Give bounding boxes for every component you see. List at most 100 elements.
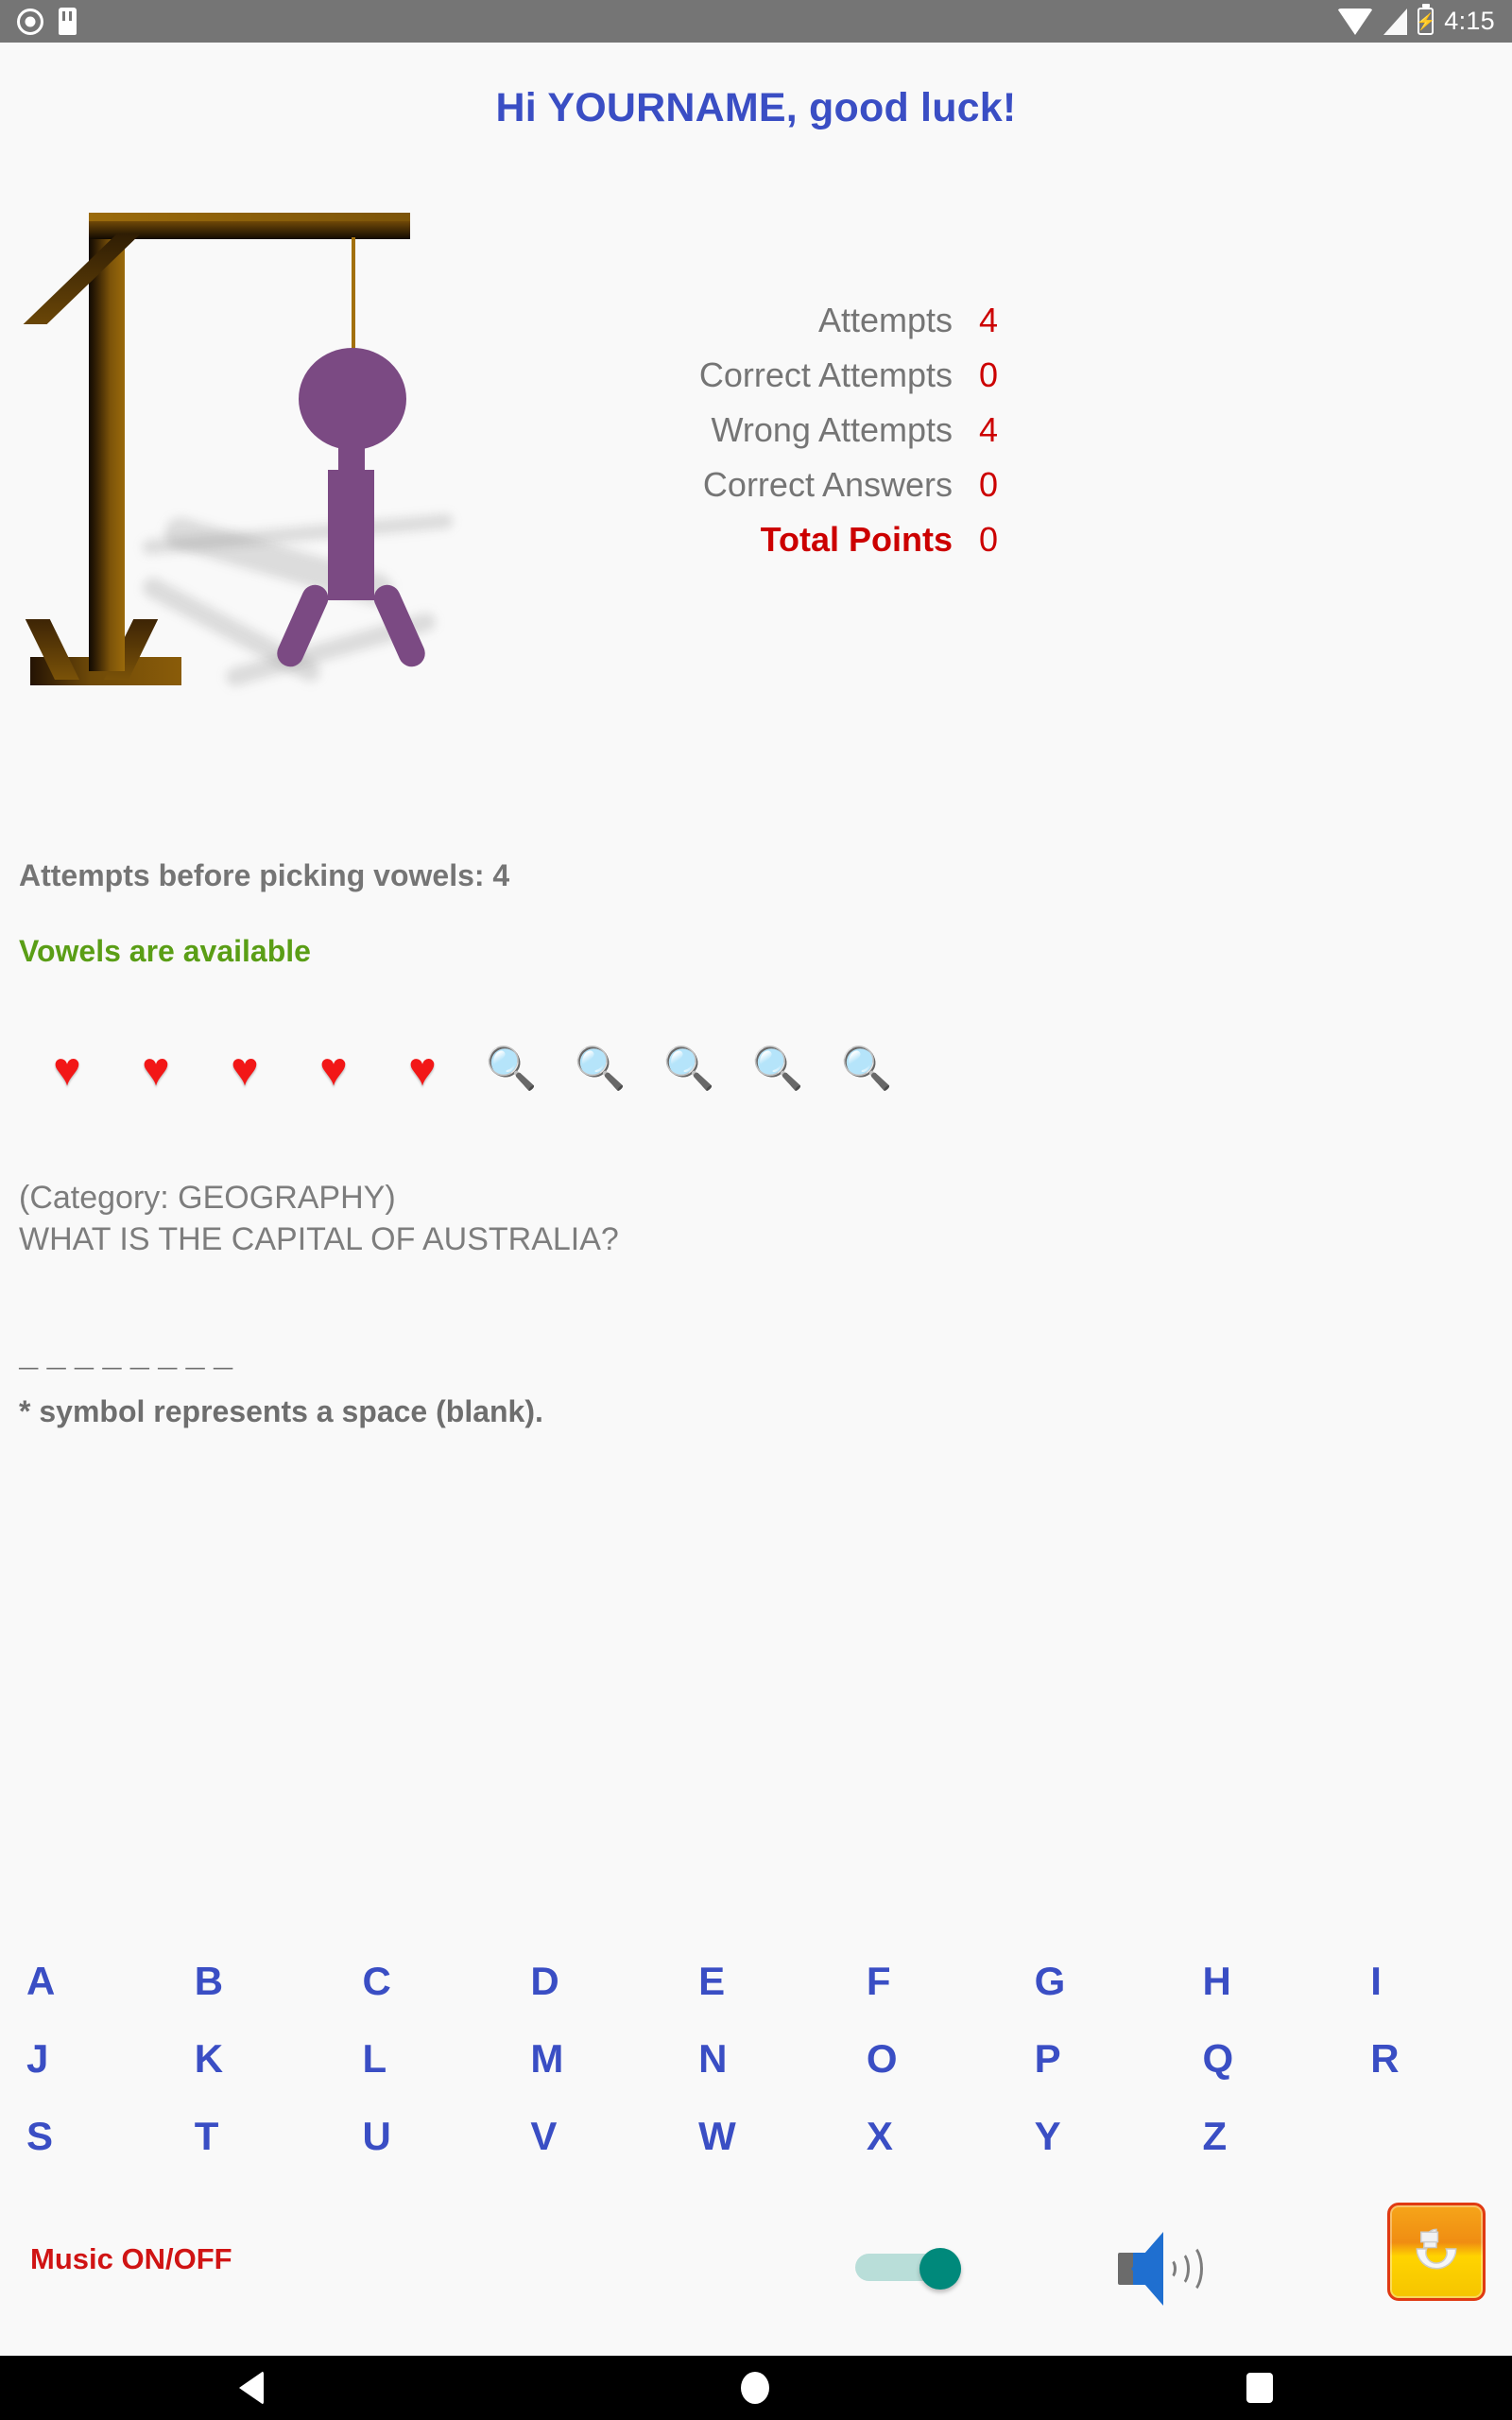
magnifier-icon: 🔍 — [662, 1046, 715, 1092]
letter-button-m[interactable]: M — [504, 2020, 672, 2098]
speaker-wave-3 — [1175, 2243, 1203, 2294]
speaker-volume-icon[interactable] — [1110, 2226, 1203, 2317]
refresh-arrow-glyph — [1416, 2228, 1457, 2270]
letter-button-n[interactable]: N — [672, 2020, 840, 2098]
letter-button-t[interactable]: T — [168, 2098, 336, 2175]
stat-label-attempts: Attempts — [817, 301, 953, 339]
letter-button-u[interactable]: U — [336, 2098, 505, 2175]
status-bar-left-icons — [17, 8, 77, 35]
wifi-icon — [1337, 8, 1374, 35]
android-navigation-bar — [0, 2356, 1512, 2420]
stat-row-wrong-attempts: Wrong Attempts 4 — [567, 410, 1011, 465]
magnifier-icon: 🔍 — [840, 1046, 893, 1092]
answer-blanks: ________ — [19, 1340, 242, 1376]
life-heart-5: ♥ — [378, 1035, 467, 1103]
letter-button-a[interactable]: A — [0, 1943, 168, 2020]
status-bar-right-icons: ⚡ 4:15 — [1337, 8, 1495, 35]
battery-bolt-glyph: ⚡ — [1416, 12, 1436, 30]
stat-value-attempts: 4 — [979, 301, 999, 339]
letter-button-k[interactable]: K — [168, 2020, 336, 2098]
hangman-body — [328, 470, 374, 600]
recent-apps-icon[interactable] — [1246, 2373, 1274, 2403]
magnifier-icon: 🔍 — [751, 1046, 804, 1092]
letter-button-x[interactable]: X — [840, 2098, 1008, 2175]
letter-button-r[interactable]: R — [1344, 2020, 1512, 2098]
toggle-thumb[interactable] — [919, 2248, 961, 2290]
page-title: Hi YOURNAME, good luck! — [495, 85, 1017, 130]
heart-icon: ♥ — [142, 1043, 170, 1096]
life-magnifier-3: 🔍 — [644, 1035, 733, 1103]
stat-label-correct-attempts: Correct Attempts — [698, 355, 953, 394]
sd-card-icon — [59, 8, 77, 35]
stat-value-total-points: 0 — [979, 520, 999, 559]
bottom-controls-bar: Music ON/OFF — [0, 2203, 1512, 2363]
android-status-bar: ⚡ 4:15 — [0, 0, 1512, 43]
letter-button-s[interactable]: S — [0, 2098, 168, 2175]
life-heart-4: ♥ — [289, 1035, 378, 1103]
letter-button-l[interactable]: L — [336, 2020, 505, 2098]
hangman-illustration — [19, 213, 548, 704]
letter-button-c[interactable]: C — [336, 1943, 505, 2020]
letter-button-f[interactable]: F — [840, 1943, 1008, 2020]
life-magnifier-4: 🔍 — [733, 1035, 822, 1103]
life-magnifier-5: 🔍 — [822, 1035, 911, 1103]
heart-icon: ♥ — [231, 1043, 259, 1096]
letter-button-i[interactable]: I — [1344, 1943, 1512, 2020]
music-toggle-switch[interactable] — [855, 2248, 967, 2290]
letter-button-h[interactable]: H — [1176, 1943, 1344, 2020]
app-screen: ⚡ 4:15 Hi YOURNAME, good luck! Attempts … — [0, 0, 1512, 2420]
speaker-fill — [1133, 2253, 1148, 2285]
stat-row-correct-answers: Correct Answers 0 — [567, 465, 1011, 520]
stat-row-correct-attempts: Correct Attempts 0 — [567, 355, 1011, 410]
record-icon — [17, 8, 43, 35]
home-icon[interactable] — [740, 2372, 769, 2404]
stat-label-total-points: Total Points — [760, 520, 953, 559]
letter-button-v[interactable]: V — [504, 2098, 672, 2175]
blank-symbol-note: * symbol represents a space (blank). — [19, 1394, 543, 1428]
lives-row: ♥ ♥ ♥ ♥ ♥ 🔍 🔍 🔍 🔍 🔍 — [23, 1035, 1478, 1103]
stats-panel: Attempts 4 Correct Attempts 0 Wrong Atte… — [567, 301, 1011, 575]
hangman-head — [299, 348, 406, 450]
stat-value-correct-answers: 0 — [979, 465, 999, 504]
letter-button-d[interactable]: D — [504, 1943, 672, 2020]
restart-refresh-icon[interactable] — [1387, 2203, 1486, 2301]
stat-value-wrong-attempts: 4 — [979, 410, 999, 449]
heart-icon: ♥ — [319, 1043, 348, 1096]
letter-button-e[interactable]: E — [672, 1943, 840, 2020]
letter-button-p[interactable]: P — [1008, 2020, 1177, 2098]
battery-charging-icon: ⚡ — [1416, 8, 1436, 35]
question-category: (Category: GEOGRAPHY) — [19, 1180, 396, 1216]
letter-button-o[interactable]: O — [840, 2020, 1008, 2098]
cell-signal-icon — [1383, 8, 1408, 35]
letter-button-w[interactable]: W — [672, 2098, 840, 2175]
heart-icon: ♥ — [408, 1043, 437, 1096]
magnifier-icon: 🔍 — [574, 1046, 627, 1092]
gallows-beam-highlight — [89, 213, 410, 221]
vowels-status-label: Vowels are available — [19, 934, 311, 968]
letter-button-j[interactable]: J — [0, 2020, 168, 2098]
letter-button-z[interactable]: Z — [1176, 2098, 1344, 2175]
question-text: WHAT IS THE CAPITAL OF AUSTRALIA? — [19, 1221, 619, 1257]
life-magnifier-1: 🔍 — [467, 1035, 556, 1103]
gallows-post — [89, 229, 125, 671]
stat-row-attempts: Attempts 4 — [567, 301, 1011, 355]
stat-value-correct-attempts: 0 — [979, 355, 999, 394]
back-icon[interactable] — [238, 2371, 264, 2405]
status-bar-clock: 4:15 — [1444, 7, 1495, 35]
letter-button-g[interactable]: G — [1008, 1943, 1177, 2020]
magnifier-icon: 🔍 — [485, 1046, 538, 1092]
life-heart-1: ♥ — [23, 1035, 112, 1103]
music-toggle-label: Music ON/OFF — [30, 2242, 232, 2275]
life-heart-3: ♥ — [200, 1035, 289, 1103]
life-heart-2: ♥ — [112, 1035, 200, 1103]
letter-button-y[interactable]: Y — [1008, 2098, 1177, 2175]
letter-button-q[interactable]: Q — [1176, 2020, 1344, 2098]
letter-button-b[interactable]: B — [168, 1943, 336, 2020]
heart-icon: ♥ — [53, 1043, 81, 1096]
life-magnifier-2: 🔍 — [556, 1035, 644, 1103]
gallows-rope — [352, 237, 355, 353]
stat-label-correct-answers: Correct Answers — [702, 465, 953, 504]
stat-row-total-points: Total Points 0 — [567, 520, 1011, 575]
attempts-before-vowels-label: Attempts before picking vowels: 4 — [19, 858, 510, 892]
stat-label-wrong-attempts: Wrong Attempts — [711, 410, 953, 449]
